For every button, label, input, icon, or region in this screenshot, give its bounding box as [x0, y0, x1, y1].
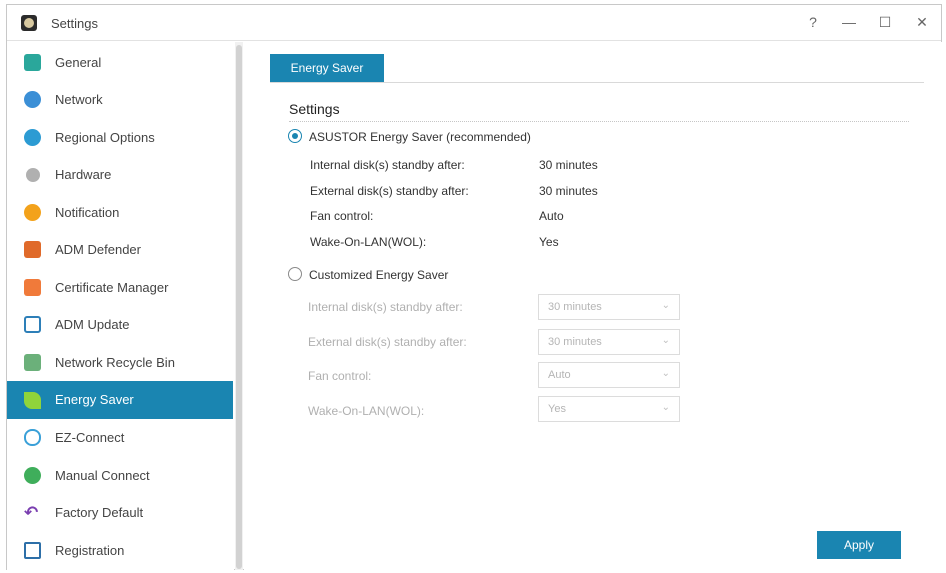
cloud-icon [24, 429, 41, 446]
recycle-bin-icon [24, 354, 41, 371]
chevron-down-icon: ⌄ [661, 368, 670, 379]
radio-customized-label: Customized Energy Saver [309, 268, 449, 282]
certificate-icon [24, 279, 41, 296]
sidebar-item-label: Regional Options [55, 130, 155, 145]
sidebar-item-certificate-manager[interactable]: Certificate Manager [7, 269, 233, 306]
sidebar-item-label: ADM Update [55, 317, 130, 332]
tab-divider [270, 82, 924, 83]
maximize-button[interactable]: ☐ [873, 11, 897, 33]
sidebar-scrollbar-thumb[interactable] [236, 45, 242, 569]
help-button[interactable]: ? [801, 11, 825, 33]
sidebar-item-label: Network [55, 92, 103, 107]
chevron-down-icon: ⌄ [661, 402, 670, 413]
sidebar-item-factory-default[interactable]: ↶ Factory Default [7, 494, 233, 531]
select-value: Auto [548, 369, 571, 381]
sidebar-item-label: General [55, 55, 102, 70]
sidebar-item-general[interactable]: General [7, 44, 233, 81]
tab-energy-saver[interactable]: Energy Saver [270, 54, 384, 82]
undo-icon: ↶ [24, 503, 39, 522]
sidebar-item-adm-defender[interactable]: ADM Defender [7, 231, 233, 268]
sidebar-item-network-recycle-bin[interactable]: Network Recycle Bin [7, 344, 233, 381]
sidebar-item-ez-connect[interactable]: EZ-Connect [7, 419, 233, 456]
alert-icon [24, 204, 41, 221]
radio-asustor-energy-saver[interactable] [288, 129, 302, 143]
asustor-wol-label: Wake-On-LAN(WOL): [310, 235, 427, 249]
sidebar-item-energy-saver[interactable]: Energy Saver [7, 381, 233, 419]
sidebar-item-adm-update[interactable]: ADM Update [7, 306, 233, 343]
sidebar-item-label: Registration [55, 543, 125, 558]
sidebar-item-manual-connect[interactable]: Manual Connect [7, 457, 233, 494]
general-icon [24, 54, 41, 71]
regional-icon [24, 129, 41, 146]
asustor-internal-standby-label: Internal disk(s) standby after: [310, 158, 465, 172]
custom-external-standby-label: External disk(s) standby after: [308, 335, 467, 349]
title-bar: Settings ? — ☐ ✕ [7, 5, 941, 41]
asustor-external-standby-value: 30 minutes [539, 184, 598, 198]
custom-fan-control-select[interactable]: Auto ⌄ [538, 362, 680, 388]
sidebar-item-label: Hardware [55, 167, 112, 182]
sidebar-item-label: Certificate Manager [55, 280, 169, 295]
sidebar-item-regional-options[interactable]: Regional Options [7, 119, 233, 156]
chevron-down-icon: ⌄ [661, 300, 670, 311]
section-divider [289, 121, 909, 122]
sidebar-item-label: Notification [55, 205, 120, 220]
sidebar-item-notification[interactable]: Notification [7, 194, 233, 231]
section-title: Settings [289, 101, 340, 117]
sidebar-item-label: Network Recycle Bin [55, 355, 175, 370]
select-value: 30 minutes [548, 301, 602, 313]
custom-external-standby-select[interactable]: 30 minutes ⌄ [538, 329, 680, 355]
sidebar-item-label: Manual Connect [55, 468, 150, 483]
asustor-wol-value: Yes [539, 235, 559, 249]
radio-asustor-label: ASUSTOR Energy Saver (recommended) [309, 130, 531, 144]
sidebar-item-registration[interactable]: Registration [7, 532, 233, 569]
asustor-internal-standby-value: 30 minutes [539, 158, 598, 172]
sidebar-item-hardware[interactable]: Hardware [7, 156, 233, 193]
custom-fan-control-label: Fan control: [308, 369, 372, 383]
radio-customized-energy-saver[interactable] [288, 267, 302, 281]
window-title: Settings [51, 16, 98, 31]
close-button[interactable]: ✕ [910, 11, 934, 33]
asustor-external-standby-label: External disk(s) standby after: [310, 184, 469, 198]
sidebar-item-label: Factory Default [55, 505, 144, 520]
defender-icon [24, 241, 41, 258]
sidebar-item-label: ADM Defender [55, 242, 141, 257]
update-icon [24, 316, 41, 333]
settings-app-icon [21, 15, 37, 31]
asustor-fan-control-label: Fan control: [310, 209, 374, 223]
asustor-fan-control-value: Auto [539, 209, 564, 223]
chevron-down-icon: ⌄ [661, 335, 670, 346]
registration-icon [24, 542, 41, 559]
leaf-icon [24, 392, 41, 409]
wrench-icon [26, 168, 40, 182]
select-value: Yes [548, 403, 566, 415]
sidebar-item-label: EZ-Connect [55, 430, 125, 445]
connect-icon [24, 467, 41, 484]
custom-wol-select[interactable]: Yes ⌄ [538, 396, 680, 422]
minimize-button[interactable]: — [837, 11, 861, 33]
sidebar-item-network[interactable]: Network [7, 81, 233, 118]
custom-wol-label: Wake-On-LAN(WOL): [308, 404, 425, 418]
custom-internal-standby-label: Internal disk(s) standby after: [308, 300, 463, 314]
sidebar-item-label: Energy Saver [55, 392, 134, 407]
main-panel: Energy Saver Settings ASUSTOR Energy Sav… [244, 42, 942, 570]
custom-internal-standby-select[interactable]: 30 minutes ⌄ [538, 294, 680, 320]
apply-button[interactable]: Apply [817, 531, 901, 559]
settings-window: Settings ? — ☐ ✕ General Network Regiona… [6, 4, 942, 570]
select-value: 30 minutes [548, 336, 602, 348]
sidebar: General Network Regional Options Hardwar… [7, 42, 234, 570]
globe-icon [24, 91, 41, 108]
